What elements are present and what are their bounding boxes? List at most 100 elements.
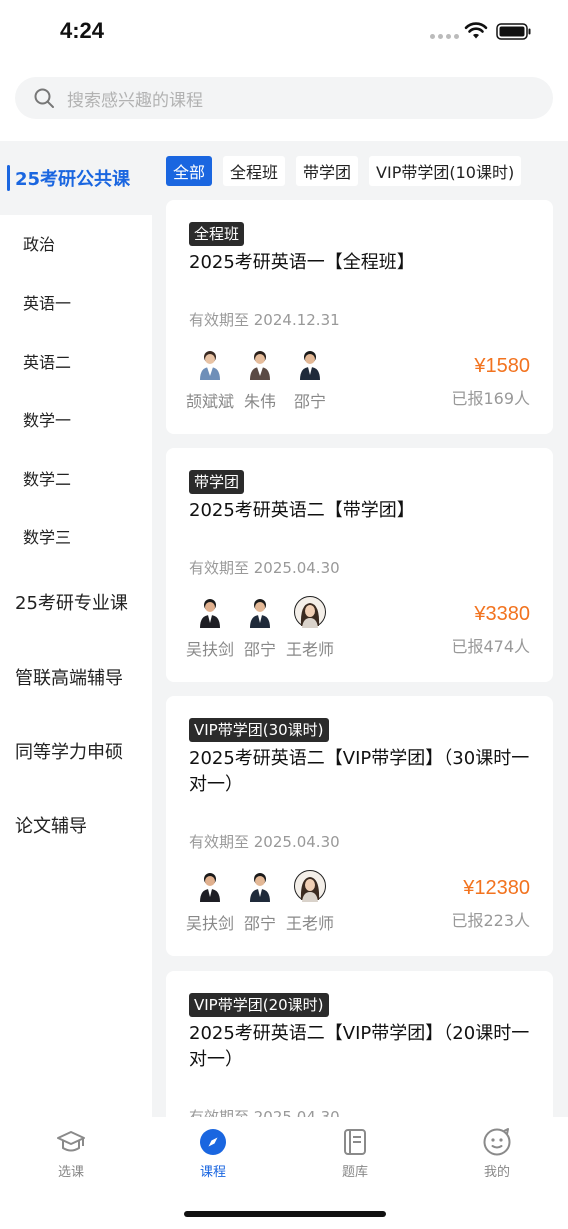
filter-chip-vip-10[interactable]: VIP带学团(10课时) (369, 156, 522, 186)
teacher-name: 朱伟 (243, 392, 276, 411)
sidebar-item-label: 数学三 (23, 528, 72, 547)
main-content: 25考研公共课 政治 英语一 英语二 数学一 数学二 数学三 25考研专业课 管… (0, 141, 568, 1117)
teacher-name: 颉斌斌 (186, 392, 235, 411)
active-indicator (7, 165, 10, 191)
tab-label: 我的 (483, 1165, 510, 1180)
course-validity: 有效期至 2024.12.31 (189, 311, 340, 329)
teacher: 颉斌斌 (186, 348, 235, 412)
teacher-name: 吴扶剑 (186, 914, 235, 933)
notebook-icon (344, 1129, 366, 1155)
sidebar-item-public-course[interactable]: 25考研公共课 (0, 141, 152, 215)
sidebar-item-math-1[interactable]: 数学一 (0, 399, 152, 439)
teacher-avatar (200, 599, 220, 628)
sidebar-item-english-2[interactable]: 英语二 (0, 341, 152, 381)
sidebar-item-label: 论文辅导 (15, 816, 87, 837)
wifi-icon (464, 22, 488, 39)
teacher: 吴扶剑 (186, 870, 235, 934)
bottom-tab-bar: 选课 课程 题库 我的 (0, 1117, 568, 1229)
course-tag: 带学团 (189, 470, 245, 494)
teacher: 朱伟 (239, 348, 281, 412)
teacher: 王老师 (286, 596, 335, 660)
sidebar-item-politics[interactable]: 政治 (0, 223, 152, 263)
sidebar-item-thesis[interactable]: 论文辅导 (0, 800, 152, 850)
sidebar-item-label: 25考研专业课 (15, 593, 128, 614)
sidebar-item-math-2[interactable]: 数学二 (0, 458, 152, 498)
course-card[interactable]: VIP带学团(30课时) 2025考研英语二【VIP带学团】（30课时一对一） … (166, 696, 553, 956)
sidebar-item-label: 英语一 (23, 294, 72, 313)
search-bar[interactable]: 搜索感兴趣的课程 (15, 77, 553, 119)
teacher-avatar (294, 870, 326, 902)
tab-select-course[interactable]: 选课 (31, 1127, 111, 1180)
status-time: 4:24 (60, 18, 105, 43)
course-title: 2025考研英语二【VIP带学团】（20课时一对一） (189, 1023, 530, 1070)
sidebar-item-english-1[interactable]: 英语一 (0, 282, 152, 322)
course-price: ¥12380 (463, 877, 530, 899)
enrolled-count: 已报223人 (451, 911, 530, 930)
course-validity: 有效期至 2025.04.30 (189, 833, 340, 851)
sidebar-item-math-3[interactable]: 数学三 (0, 516, 152, 556)
course-price: ¥3380 (474, 603, 530, 625)
teacher: 邵宁 (289, 348, 331, 412)
teacher-list: 吴扶剑 邵宁 王老师 (186, 870, 335, 934)
course-price: ¥1580 (474, 355, 530, 377)
sidebar-item-label: 管联高端辅导 (15, 668, 123, 689)
course-validity: 有效期至 2025.04.30 (189, 1108, 340, 1117)
teacher-list: 颉斌斌 朱伟 邵宁 (186, 348, 331, 412)
tab-mine[interactable]: 我的 (457, 1127, 537, 1180)
teacher-avatar (300, 351, 320, 380)
teacher: 邵宁 (239, 870, 281, 934)
sidebar-item-label: 数学二 (23, 470, 72, 489)
teacher-avatar (250, 599, 270, 628)
home-indicator (184, 1211, 386, 1217)
teacher-avatar (250, 873, 270, 902)
filter-chip-all[interactable]: 全部 (166, 156, 213, 186)
course-validity: 有效期至 2025.04.30 (189, 559, 340, 577)
filter-chip-full-course[interactable]: 全程班 (223, 156, 286, 186)
battery-icon (496, 23, 531, 40)
search-icon (34, 88, 54, 108)
category-sidebar: 25考研公共课 政治 英语一 英语二 数学一 数学二 数学三 25考研专业课 管… (0, 141, 152, 1117)
teacher-name: 王老师 (286, 640, 335, 659)
teacher: 邵宁 (239, 596, 281, 660)
sidebar-item-major-course[interactable]: 25考研专业课 (0, 577, 152, 627)
course-tag: VIP带学团(30课时) (189, 718, 329, 742)
teacher-avatar (294, 596, 326, 628)
face-icon (483, 1128, 511, 1156)
enrolled-count: 已报474人 (451, 637, 530, 656)
tab-courses[interactable]: 课程 (173, 1127, 253, 1180)
course-tag: VIP带学团(20课时) (189, 993, 329, 1017)
teacher: 吴扶剑 (186, 596, 235, 660)
teacher-avatar (200, 873, 220, 902)
teacher-name: 吴扶剑 (186, 640, 235, 659)
sidebar-item-management[interactable]: 管联高端辅导 (0, 652, 152, 702)
tab-label: 课程 (199, 1165, 226, 1180)
teacher-avatar (250, 351, 270, 380)
filter-chip-study-group[interactable]: 带学团 (296, 156, 359, 186)
course-card[interactable]: 带学团 2025考研英语二【带学团】 有效期至 2025.04.30 吴扶剑 邵… (166, 448, 553, 682)
teacher-avatar (200, 351, 220, 380)
cellular-signal-icon (430, 34, 459, 39)
sidebar-item-label: 数学一 (23, 411, 72, 430)
search-placeholder: 搜索感兴趣的课程 (67, 90, 203, 111)
sidebar-item-label: 政治 (23, 235, 56, 254)
course-tag: 全程班 (189, 222, 245, 246)
tab-question-bank[interactable]: 题库 (315, 1127, 395, 1180)
teacher: 王老师 (286, 870, 335, 934)
course-card[interactable]: VIP带学团(20课时) 2025考研英语二【VIP带学团】（20课时一对一） … (166, 971, 553, 1117)
tab-label: 题库 (341, 1165, 368, 1180)
teacher-list: 吴扶剑 邵宁 王老师 (186, 596, 335, 660)
filter-chips: 全部 全程班 带学团 VIP带学团(10课时) (166, 156, 522, 186)
graduation-cap-icon (57, 1131, 85, 1152)
compass-icon (200, 1129, 226, 1155)
tab-label: 选课 (57, 1165, 84, 1180)
course-title: 2025考研英语二【带学团】 (189, 500, 415, 521)
course-title: 2025考研英语一【全程班】 (189, 252, 415, 273)
teacher-name: 邵宁 (243, 640, 276, 659)
course-title: 2025考研英语二【VIP带学团】（30课时一对一） (189, 748, 530, 795)
teacher-name: 王老师 (286, 914, 335, 933)
enrolled-count: 已报169人 (451, 389, 530, 408)
sidebar-item-label: 25考研公共课 (15, 169, 131, 190)
course-card[interactable]: 全程班 2025考研英语一【全程班】 有效期至 2024.12.31 颉斌斌 朱… (166, 200, 553, 434)
sidebar-item-equivalent-degree[interactable]: 同等学力申硕 (0, 726, 152, 776)
status-bar: 4:24 (0, 0, 568, 64)
